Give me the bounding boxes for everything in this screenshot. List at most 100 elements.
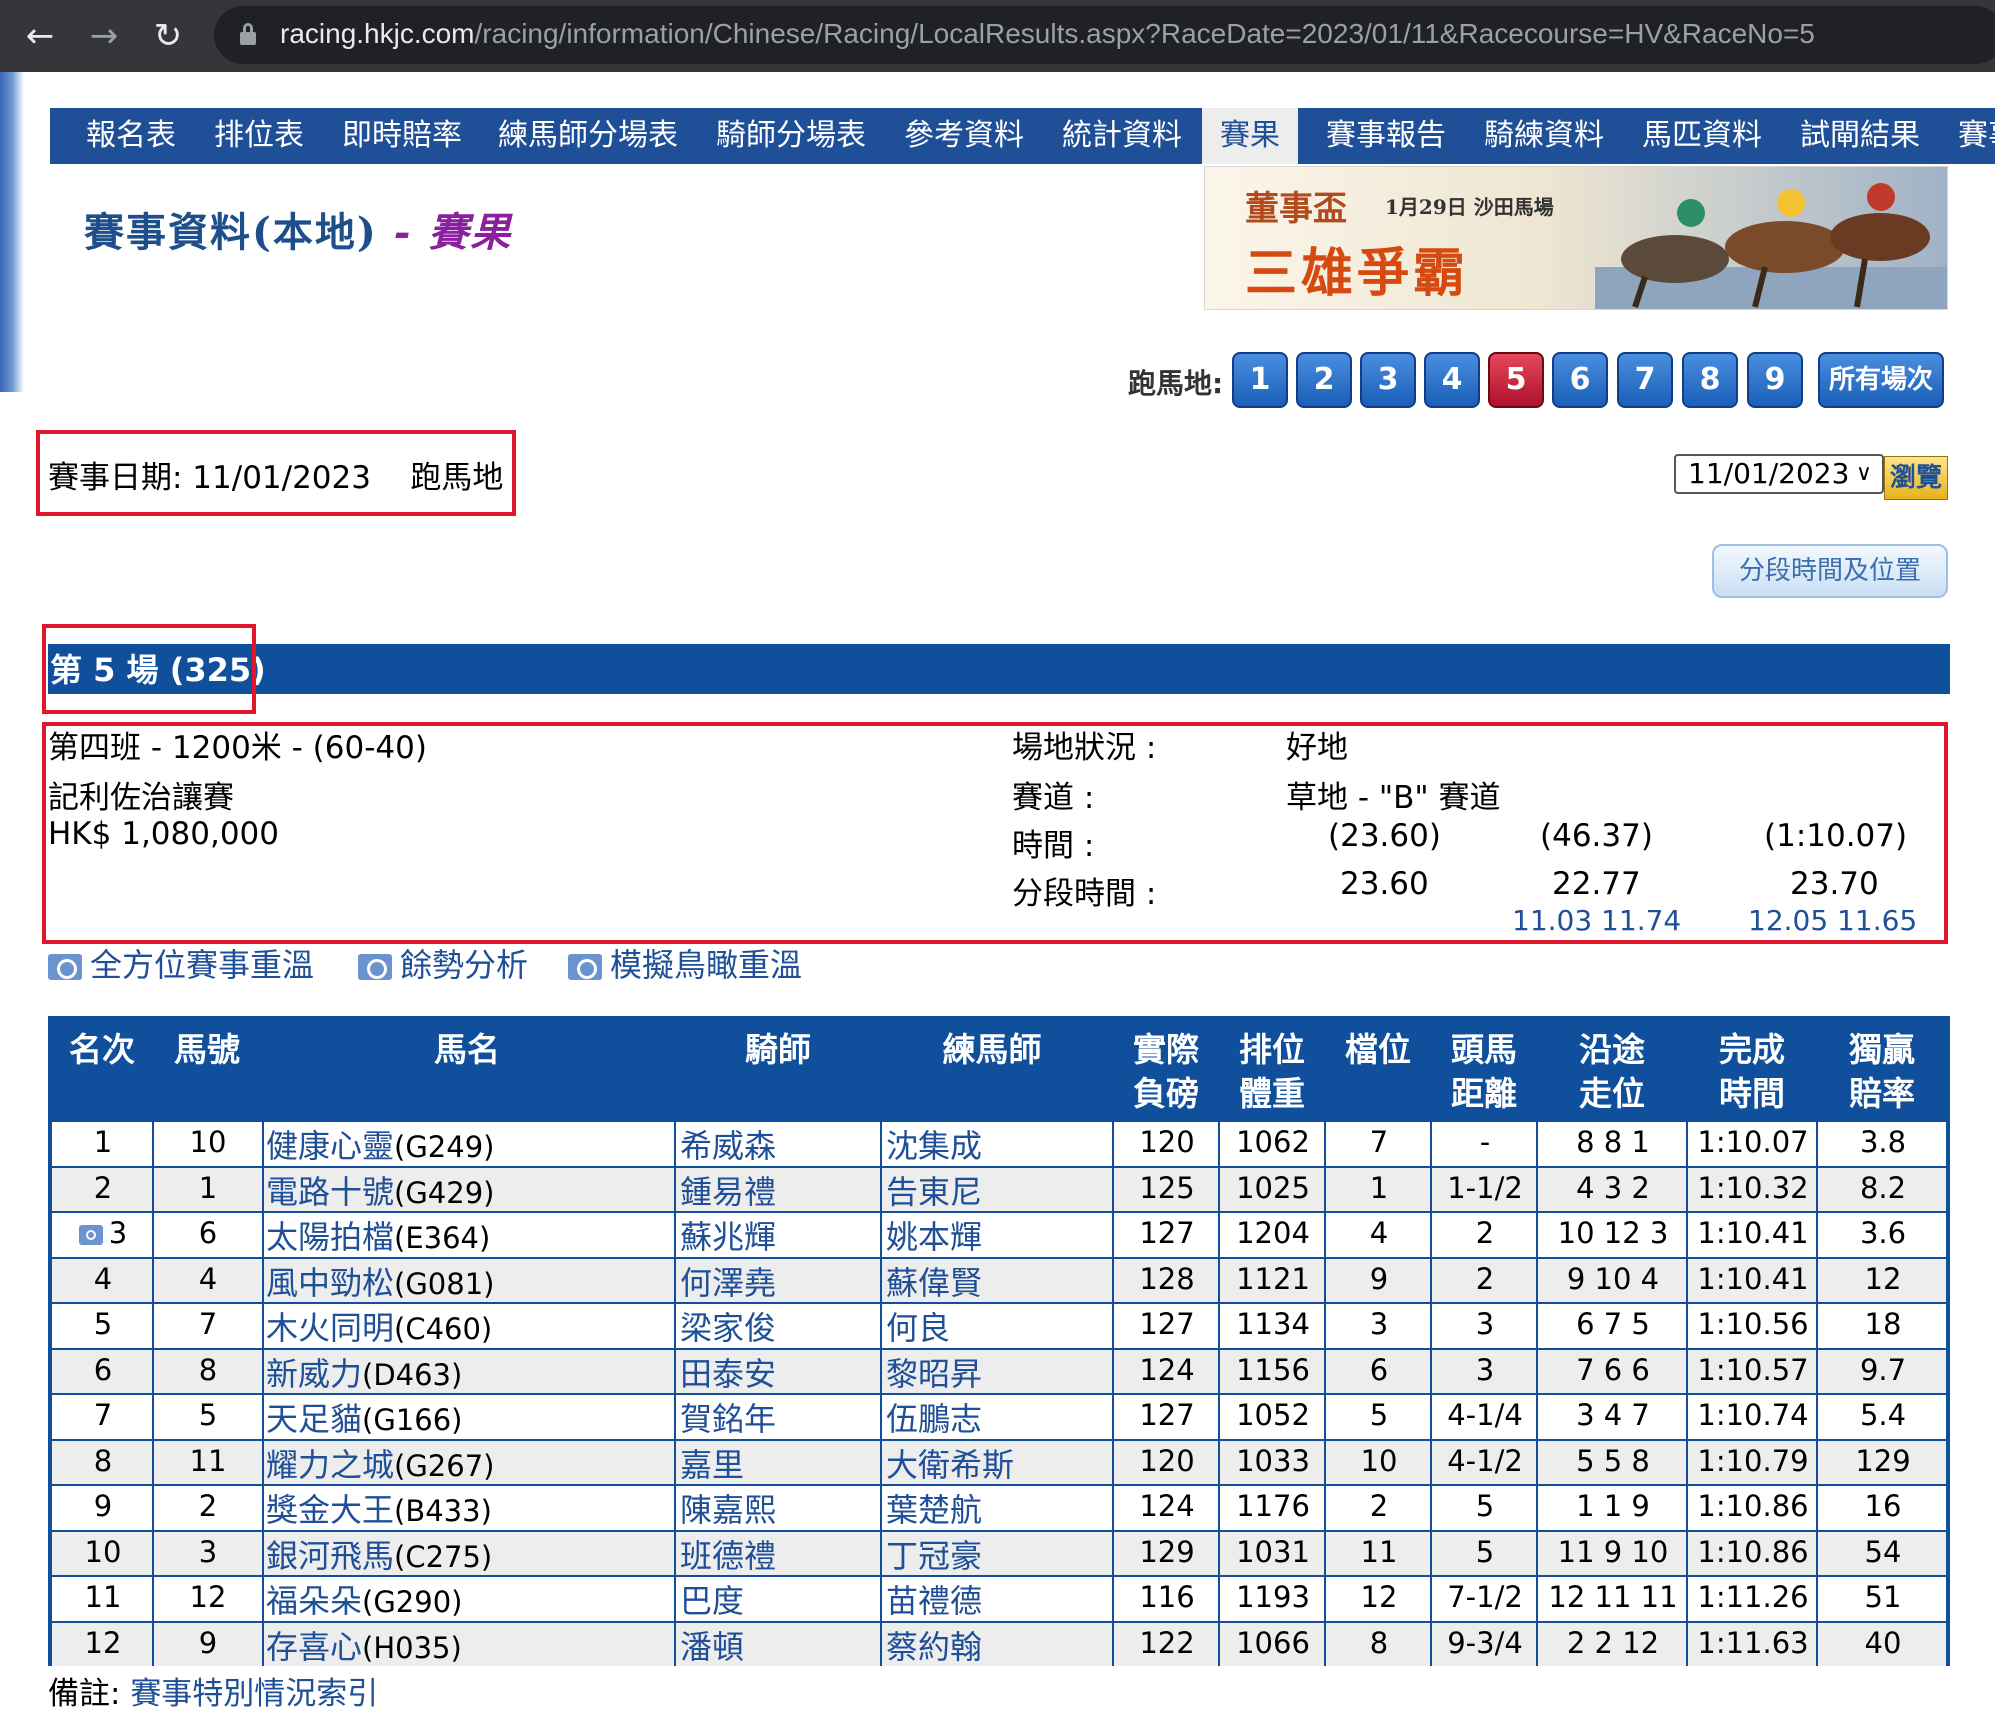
url-text[interactable]: racing.hkjc.com/racing/information/Chine…	[280, 14, 1815, 54]
cell-horse-name[interactable]: 木火同明(C460)	[264, 1304, 672, 1348]
cell-jockey[interactable]: 何澤堯	[678, 1259, 880, 1303]
horse-name-link[interactable]: 存喜心	[266, 1628, 362, 1666]
horse-name-link[interactable]: 獎金大王	[266, 1491, 394, 1529]
cell-trainer[interactable]: 黎昭昇	[884, 1350, 1102, 1394]
cell-horse-name[interactable]: 健康心靈(G249)	[264, 1122, 672, 1166]
cell-win-odds: 51	[1864, 1580, 1902, 1614]
nav-item-reference[interactable]: 參考資料	[886, 108, 1042, 164]
cell-jockey[interactable]: 陳嘉熙	[678, 1486, 880, 1530]
cell-jockey[interactable]: 希威森	[678, 1122, 880, 1166]
race-header-bar	[48, 644, 1950, 694]
cell-horse-name[interactable]: 太陽拍檔(E364)	[264, 1213, 672, 1257]
nav-item-jockey-entries[interactable]: 騎師分場表	[698, 108, 884, 164]
race-button-9[interactable]: 9	[1747, 352, 1803, 408]
horse-code: (G290)	[362, 1585, 463, 1619]
cell-trainer[interactable]: 伍鵬志	[884, 1395, 1102, 1439]
race-button-1[interactable]: 1	[1232, 352, 1288, 408]
cell-jockey[interactable]: 鍾易禮	[678, 1168, 880, 1212]
nav-item-statistics[interactable]: 統計資料	[1044, 108, 1200, 164]
cell-finish-time: 1:10.57	[1697, 1352, 1809, 1387]
horse-name-link[interactable]: 健康心靈	[266, 1127, 394, 1165]
horse-name-link[interactable]: 銀河飛馬	[266, 1537, 394, 1575]
aerial-replay-link[interactable]: 模擬鳥瞰重溫	[568, 940, 802, 986]
remarks-link[interactable]: 賽事特別情況索引	[130, 1676, 378, 1712]
race-button-5[interactable]: 5	[1488, 352, 1544, 408]
cell-horse-name[interactable]: 銀河飛馬(C275)	[264, 1532, 672, 1576]
cell-place: 1	[93, 1125, 113, 1159]
horse-name-link[interactable]: 耀力之城	[266, 1446, 394, 1484]
promo-banner[interactable]: 董事盃 1月29日 沙田馬場 三雄爭霸	[1204, 166, 1948, 310]
sectional-time-button[interactable]: 分段時間及位置	[1712, 544, 1948, 598]
cell-declared-weight: 1204	[1236, 1216, 1310, 1250]
horse-name-link[interactable]: 電路十號	[266, 1173, 394, 1211]
cell-horse-name[interactable]: 新威力(D463)	[264, 1350, 672, 1394]
header-horse-number: 馬號	[174, 1030, 240, 1069]
cell-finish-time: 1:10.74	[1697, 1398, 1809, 1432]
analysis-icon	[358, 954, 392, 980]
cell-horse-name[interactable]: 電路十號(G429)	[264, 1168, 672, 1212]
cell-jockey[interactable]: 嘉里	[678, 1441, 880, 1485]
nav-item-racecard[interactable]: 排位表	[196, 108, 322, 164]
cell-jockey[interactable]: 蘇兆輝	[678, 1213, 880, 1257]
race-button-3[interactable]: 3	[1360, 352, 1416, 408]
horse-name-link[interactable]: 新威力	[266, 1355, 362, 1393]
cell-draw: 12	[1360, 1580, 1398, 1614]
cell-horse-name[interactable]: 存喜心(H035)	[264, 1623, 672, 1667]
race-button-4[interactable]: 4	[1424, 352, 1480, 408]
cell-horse-name[interactable]: 風中勁松(G081)	[264, 1259, 672, 1303]
reload-icon[interactable]: ↻	[144, 12, 192, 60]
nav-item-trainer-entries[interactable]: 練馬師分場表	[480, 108, 696, 164]
horse-name-link[interactable]: 天足貓	[266, 1400, 362, 1438]
cell-jockey[interactable]: 賀銘年	[678, 1395, 880, 1439]
cell-jockey[interactable]: 梁家俊	[678, 1304, 880, 1348]
nav-item-results[interactable]: 賽果	[1202, 108, 1298, 164]
horse-name-link[interactable]: 風中勁松	[266, 1264, 394, 1302]
cell-trainer[interactable]: 何良	[884, 1304, 1102, 1348]
cell-win-odds: 16	[1864, 1489, 1902, 1523]
nav-item-more[interactable]: 賽事	[1940, 108, 1995, 164]
cell-jockey[interactable]: 潘頓	[678, 1623, 880, 1667]
cell-horse-name[interactable]: 福朵朵(G290)	[264, 1577, 672, 1621]
cell-trainer[interactable]: 告東尼	[884, 1168, 1102, 1212]
cell-horse-name[interactable]: 獎金大王(B433)	[264, 1486, 672, 1530]
momentum-analysis-link[interactable]: 餘勢分析	[358, 940, 528, 986]
cell-trainer[interactable]: 大衛希斯	[884, 1441, 1102, 1485]
cell-trainer[interactable]: 沈集成	[884, 1122, 1102, 1166]
all-races-button[interactable]: 所有場次	[1818, 352, 1944, 408]
cell-horse-name[interactable]: 天足貓(G166)	[264, 1395, 672, 1439]
race-button-7[interactable]: 7	[1617, 352, 1673, 408]
forward-icon[interactable]: →	[80, 12, 128, 60]
race-button-8[interactable]: 8	[1682, 352, 1738, 408]
cell-jockey[interactable]: 班德禮	[678, 1532, 880, 1576]
cell-horse-name[interactable]: 耀力之城(G267)	[264, 1441, 672, 1485]
cell-trainer[interactable]: 蔡約翰	[884, 1623, 1102, 1667]
date-select[interactable]: 11/01/2023 ∨	[1674, 454, 1884, 494]
going-value: 好地	[1286, 730, 1348, 766]
nav-item-jockey-trainer[interactable]: 騎練資料	[1466, 108, 1622, 164]
browse-button[interactable]: 瀏覽	[1884, 456, 1948, 500]
lock-icon[interactable]	[240, 23, 256, 45]
cell-trainer[interactable]: 蘇偉賢	[884, 1259, 1102, 1303]
cell-trainer[interactable]: 姚本輝	[884, 1213, 1102, 1257]
cell-trainer[interactable]: 葉楚航	[884, 1486, 1102, 1530]
nav-item-race-report[interactable]: 賽事報告	[1308, 108, 1464, 164]
horse-name-link[interactable]: 太陽拍檔	[266, 1218, 394, 1256]
horse-name-link[interactable]: 木火同明	[266, 1309, 394, 1347]
photo-finish-icon[interactable]	[78, 1225, 103, 1245]
cell-jockey[interactable]: 巴度	[678, 1577, 880, 1621]
cell-trainer[interactable]: 丁冠豪	[884, 1532, 1102, 1576]
nav-item-horse-info[interactable]: 馬匹資料	[1624, 108, 1780, 164]
sectional-value-1: 23.60	[1340, 866, 1429, 902]
nav-item-live-odds[interactable]: 即時賠率	[324, 108, 480, 164]
race-button-6[interactable]: 6	[1552, 352, 1608, 408]
nav-item-entries[interactable]: 報名表	[68, 108, 194, 164]
horse-name-link[interactable]: 福朵朵	[266, 1582, 362, 1620]
back-icon[interactable]: ←	[16, 12, 64, 60]
table-row: 7 5 天足貓(G166) 賀銘年 伍鵬志 127 1052 5 4-1/4 3 4 7 1:10.…	[52, 1393, 1946, 1439]
nav-item-trial-results[interactable]: 試閘結果	[1782, 108, 1938, 164]
cell-trainer[interactable]: 苗禮德	[884, 1577, 1102, 1621]
cell-jockey[interactable]: 田泰安	[678, 1350, 880, 1394]
full-replay-link[interactable]: 全方位賽事重溫	[48, 940, 314, 986]
cell-actual-weight: 127	[1139, 1307, 1195, 1341]
race-button-2[interactable]: 2	[1296, 352, 1352, 408]
